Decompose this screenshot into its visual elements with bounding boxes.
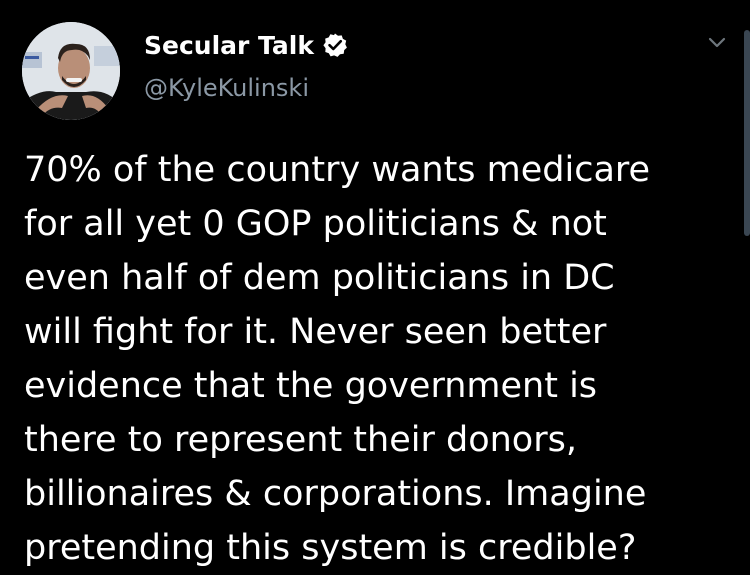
tweet-line: evidence that the government is xyxy=(24,366,598,406)
tweet-line: for all yet 0 GOP politicians & not xyxy=(24,204,607,244)
author-handle[interactable]: @KyleKulinski xyxy=(144,74,309,102)
scrollbar[interactable] xyxy=(744,30,750,236)
author-name-row[interactable]: Secular Talk xyxy=(144,28,348,62)
verified-badge-icon xyxy=(322,32,348,58)
tweet-line: pretending this system is credible? xyxy=(24,528,637,568)
tweet-line: 70% of the country wants medicare xyxy=(24,150,651,190)
chevron-down-icon[interactable] xyxy=(705,30,729,54)
tweet-line: billionaires & corporations. Imagine xyxy=(24,474,647,514)
avatar-photo xyxy=(22,22,120,120)
avatar[interactable] xyxy=(22,22,120,120)
tweet-text: 70% of the country wants medicare for al… xyxy=(24,143,730,575)
tweet-line: there to represent their donors, xyxy=(24,420,577,460)
tweet-line: even half of dem politicians in DC xyxy=(24,258,615,298)
display-name[interactable]: Secular Talk xyxy=(144,31,314,60)
tweet-line: will fight for it. Never seen better xyxy=(24,312,607,352)
